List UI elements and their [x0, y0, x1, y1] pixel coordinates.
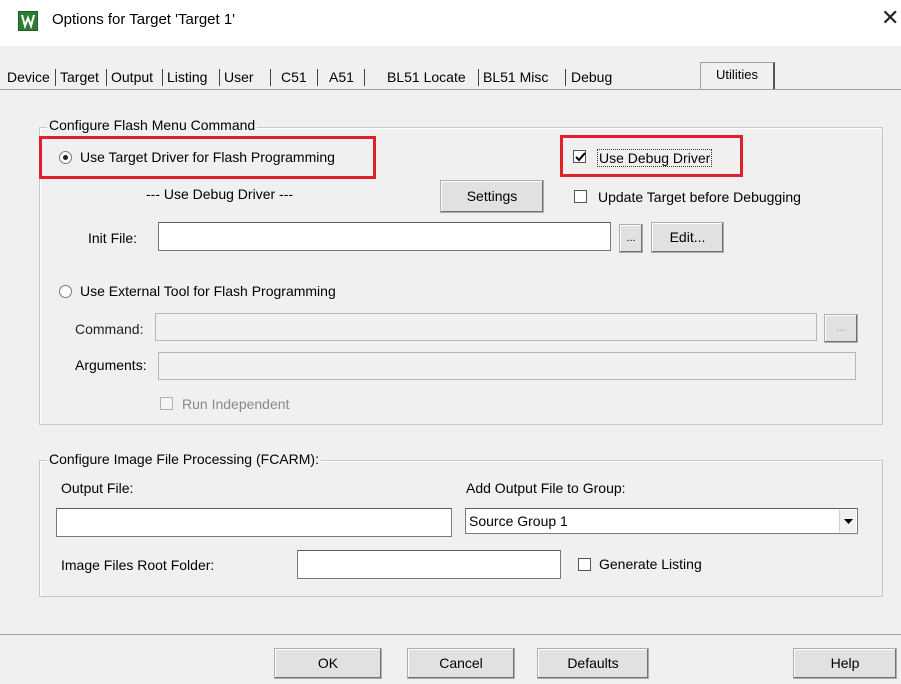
generate-listing-label[interactable]: Generate Listing — [599, 556, 702, 572]
ok-button[interactable]: OK — [274, 648, 382, 679]
update-target-checkbox[interactable] — [574, 190, 587, 203]
help-button[interactable]: Help — [793, 648, 897, 679]
command-browse-button[interactable]: ... — [824, 314, 858, 343]
tab-separator — [317, 69, 318, 86]
command-input[interactable] — [155, 313, 817, 341]
tab-separator — [55, 69, 56, 86]
tab-debug[interactable]: Debug — [568, 66, 615, 88]
output-file-input[interactable] — [56, 508, 452, 537]
close-icon[interactable]: ✕ — [881, 6, 899, 30]
chevron-down-icon[interactable] — [839, 510, 856, 532]
tab-separator — [162, 69, 163, 86]
tab-c51[interactable]: C51 — [278, 66, 310, 88]
root-folder-input[interactable] — [297, 550, 561, 579]
tab-baseline — [0, 89, 901, 90]
update-target-label[interactable]: Update Target before Debugging — [598, 189, 801, 205]
group-select-value: Source Group 1 — [469, 513, 568, 529]
tab-utilities[interactable]: Utilities — [700, 62, 775, 90]
defaults-button[interactable]: Defaults — [537, 648, 649, 679]
tab-listing[interactable]: Listing — [164, 66, 210, 88]
tab-separator — [478, 69, 479, 86]
init-file-label: Init File: — [88, 230, 138, 246]
tab-user[interactable]: User — [221, 66, 257, 88]
footer-divider — [0, 634, 901, 635]
use-debug-driver-label[interactable]: Use Debug Driver — [597, 149, 713, 167]
add-output-label: Add Output File to Group: — [466, 480, 626, 496]
title-bar[interactable]: Options for Target 'Target 1' ✕ — [0, 0, 901, 46]
tab-separator — [106, 69, 107, 86]
tab-bl51-misc[interactable]: BL51 Misc — [480, 66, 551, 88]
window-title: Options for Target 'Target 1' — [52, 11, 236, 28]
edit-button[interactable]: Edit... — [651, 222, 724, 253]
settings-button[interactable]: Settings — [440, 180, 544, 213]
generate-listing-checkbox[interactable] — [578, 558, 591, 571]
use-external-tool-label[interactable]: Use External Tool for Flash Programming — [80, 283, 336, 299]
group-select[interactable]: Source Group 1 — [465, 508, 858, 534]
tab-target[interactable]: Target — [57, 66, 102, 88]
tab-device[interactable]: Device — [4, 66, 53, 88]
output-file-label: Output File: — [61, 480, 134, 496]
cancel-button[interactable]: Cancel — [407, 648, 515, 679]
tab-a51[interactable]: A51 — [326, 66, 357, 88]
arguments-input[interactable] — [158, 352, 856, 380]
run-independent-label: Run Independent — [182, 396, 290, 412]
flash-group-title: Configure Flash Menu Command — [47, 117, 258, 133]
use-target-driver-radio[interactable] — [59, 151, 72, 164]
tab-separator — [565, 69, 566, 86]
root-folder-label: Image Files Root Folder: — [61, 557, 215, 573]
init-file-browse-button[interactable]: ... — [619, 224, 643, 253]
init-file-input[interactable] — [158, 222, 611, 251]
driver-label: --- Use Debug Driver --- — [146, 186, 294, 202]
tab-bl51-locate[interactable]: BL51 Locate — [384, 66, 469, 88]
arguments-label: Arguments: — [75, 357, 147, 373]
image-group-title: Configure Image File Processing (FCARM): — [47, 451, 321, 467]
use-target-driver-label[interactable]: Use Target Driver for Flash Programming — [80, 149, 335, 165]
tab-separator — [270, 69, 271, 86]
app-icon — [18, 11, 38, 31]
run-independent-checkbox[interactable] — [160, 397, 173, 410]
command-label: Command: — [75, 321, 144, 337]
use-debug-driver-checkbox[interactable] — [573, 150, 586, 163]
radio-dot — [63, 155, 68, 160]
use-external-tool-radio[interactable] — [59, 285, 72, 298]
tab-separator — [364, 69, 365, 86]
checkmark-icon — [575, 152, 586, 162]
tab-output[interactable]: Output — [108, 66, 156, 88]
tab-separator — [219, 69, 220, 86]
